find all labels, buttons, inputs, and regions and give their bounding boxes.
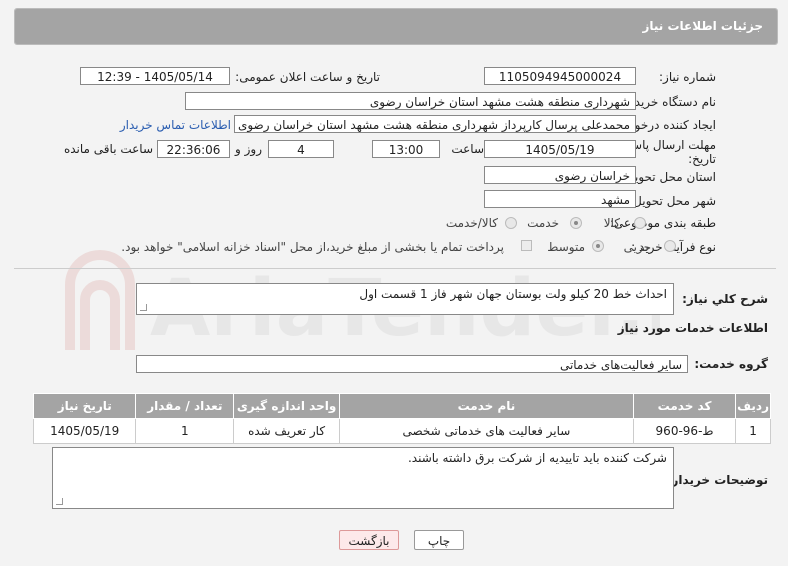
- remaining-time-field[interactable]: 22:36:06: [157, 140, 230, 158]
- buyer-notes-label: توضیحات خریدار:: [666, 473, 768, 487]
- deadline-time-label: ساعت: [451, 142, 484, 156]
- back-button[interactable]: بازگشت: [339, 530, 399, 550]
- summary-text: احداث خط 20 کیلو ولت بوستان جهان شهر فاز…: [359, 287, 667, 301]
- cell-quantity: 1: [135, 418, 235, 444]
- col-row: ردیف: [735, 393, 771, 419]
- need-number-field[interactable]: 1105094945000024: [484, 67, 636, 85]
- category-label: طبقه بندی موضوعی:: [609, 216, 716, 230]
- announce-date-label: تاریخ و ساعت اعلان عمومی:: [235, 70, 380, 84]
- city-label: شهر محل تحویل:: [629, 194, 716, 208]
- need-number-label: شماره نیاز:: [659, 70, 716, 84]
- remaining-days-field[interactable]: 4: [268, 140, 334, 158]
- province-field[interactable]: خراسان رضوی: [484, 166, 636, 184]
- cell-need-date: 1405/05/19: [32, 418, 137, 444]
- panel-header: جزئیات اطلاعات نیاز: [15, 9, 777, 44]
- table-row: 1 ط-96-960 سایر فعالیت های خدماتی شخصی ک…: [32, 418, 771, 444]
- col-need-date: تاریخ نیاز: [32, 393, 137, 419]
- summary-label: شرح کلي نياز:: [682, 292, 768, 306]
- details-panel: جزئیات اطلاعات نیاز: [14, 8, 778, 45]
- buyer-contact-link[interactable]: اطلاعات تماس خریدار: [120, 118, 231, 132]
- service-group-label: گروه خدمت:: [694, 357, 768, 371]
- buyer-notes-field[interactable]: شرکت کننده باید تاییدیه از شرکت برق داشت…: [52, 447, 674, 509]
- cell-row: 1: [735, 418, 771, 444]
- services-section-title: اطلاعات خدمات مورد نیاز: [617, 321, 768, 335]
- col-quantity: تعداد / مقدار: [135, 393, 235, 419]
- process-option-medium: متوسط: [547, 240, 585, 254]
- process-radio-medium[interactable]: [592, 240, 604, 252]
- category-radio-goods[interactable]: [634, 217, 646, 229]
- print-button[interactable]: چاپ: [414, 530, 464, 550]
- category-option-goods-service: کالا/خدمت: [445, 216, 498, 230]
- remaining-time-label: ساعت باقی مانده: [63, 142, 153, 156]
- announce-date-field[interactable]: 1405/05/14 - 12:39: [80, 67, 230, 85]
- process-radio-minor[interactable]: [664, 240, 676, 252]
- creator-field[interactable]: محمدعلی پرسال کارپرداز شهرداری منطقه هشت…: [234, 115, 636, 133]
- services-table: ردیف کد خدمت نام خدمت واحد اندازه گیری ت…: [32, 393, 771, 444]
- col-unit: واحد اندازه گیری: [233, 393, 340, 419]
- deadline-time-field[interactable]: 13:00: [372, 140, 440, 158]
- cell-service-code: ط-96-960: [632, 418, 737, 444]
- deadline-date-label: تاریخ:: [688, 152, 716, 166]
- cell-service-name: سایر فعالیت های خدماتی شخصی: [338, 418, 634, 444]
- buyer-org-field[interactable]: شهرداری منطقه هشت مشهد استان خراسان رضوی: [185, 92, 636, 110]
- treasury-note: پرداخت تمام یا بخشی از مبلغ خرید،از محل …: [121, 240, 504, 254]
- deadline-date-field[interactable]: 1405/05/19: [484, 140, 636, 158]
- treasury-checkbox[interactable]: [521, 240, 532, 251]
- col-service-code: کد خدمت: [632, 393, 737, 419]
- category-radio-service[interactable]: [570, 217, 582, 229]
- cell-unit: کار تعریف شده: [233, 418, 340, 444]
- process-option-minor: جزیی: [623, 240, 651, 254]
- category-option-goods: کالا: [603, 216, 620, 230]
- summary-field[interactable]: احداث خط 20 کیلو ولت بوستان جهان شهر فاز…: [136, 283, 674, 315]
- panel-title: جزئیات اطلاعات نیاز: [642, 19, 763, 33]
- days-label: روز و: [235, 142, 262, 156]
- col-service-name: نام خدمت: [338, 393, 634, 419]
- table-header-row: ردیف کد خدمت نام خدمت واحد اندازه گیری ت…: [32, 393, 771, 419]
- section-divider: [14, 268, 776, 269]
- category-option-service: خدمت: [527, 216, 559, 230]
- service-group-field[interactable]: سایر فعالیت‌های خدماتی: [136, 355, 688, 373]
- city-field[interactable]: مشهد: [484, 190, 636, 208]
- resize-handle[interactable]: [56, 498, 63, 505]
- resize-handle[interactable]: [140, 304, 147, 311]
- buyer-notes-text: شرکت کننده باید تاییدیه از شرکت برق داشت…: [407, 451, 667, 465]
- category-radio-goods-service[interactable]: [505, 217, 517, 229]
